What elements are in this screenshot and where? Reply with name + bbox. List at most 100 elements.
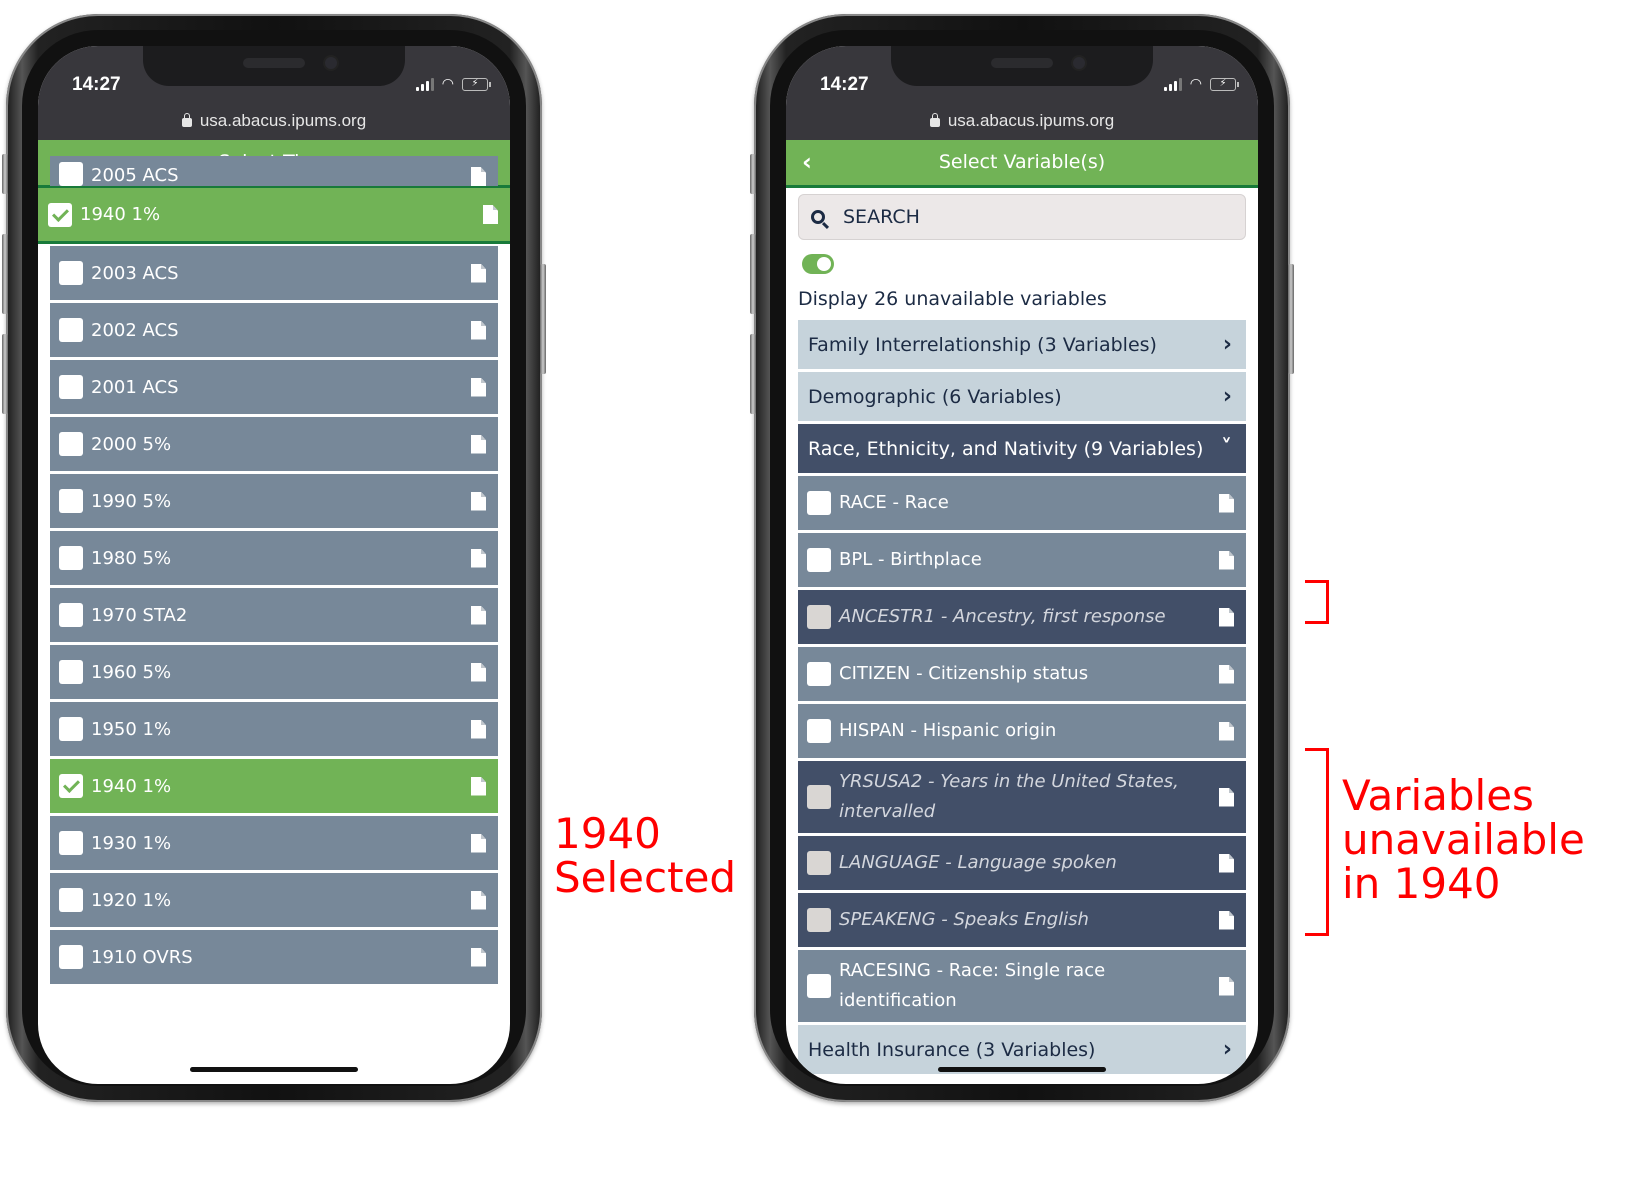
document-icon[interactable]	[1219, 721, 1234, 741]
sample-row[interactable]: 1950 1%	[50, 702, 498, 756]
sample-label: 1920 1%	[91, 889, 172, 911]
checkbox-checked-icon[interactable]	[59, 774, 83, 798]
document-icon[interactable]	[471, 605, 486, 625]
variable-row[interactable]: RACE - Race	[798, 476, 1246, 530]
document-icon[interactable]	[471, 434, 486, 454]
checkbox-icon[interactable]	[807, 662, 831, 686]
search-icon	[811, 210, 825, 224]
sample-row[interactable]: 1910 OVRS	[50, 930, 498, 984]
variable-label: ANCESTR1 - Ancestry, first response	[839, 606, 1166, 627]
document-icon[interactable]	[471, 890, 486, 910]
sample-label: 1970 STA2	[91, 604, 188, 626]
checkbox-icon[interactable]	[59, 603, 83, 627]
sample-list: 2005 ACS2004 ACS2003 ACS2002 ACS2001 ACS…	[50, 156, 498, 987]
address-bar[interactable]: usa.abacus.ipums.org	[786, 106, 1258, 140]
variable-list: Family Interrelationship (3 Variables) › D…	[798, 320, 1246, 1074]
document-icon[interactable]	[1219, 664, 1234, 684]
checkbox-icon[interactable]	[59, 432, 83, 456]
variable-row[interactable]: RACESING - Race: Single race identificat…	[798, 950, 1246, 1022]
document-icon[interactable]	[471, 719, 486, 739]
document-icon[interactable]	[1219, 910, 1234, 930]
checkbox-icon[interactable]	[59, 717, 83, 741]
screen-select-variables: 14:27 ◠ ⚡ usa.abacus.ipums.org ‹ Select …	[786, 46, 1258, 1084]
document-icon[interactable]	[1219, 853, 1234, 873]
status-bar: 14:27 ◠ ⚡	[786, 46, 1258, 106]
document-icon[interactable]	[471, 491, 486, 511]
document-icon[interactable]	[1219, 493, 1234, 513]
search-input[interactable]: SEARCH	[798, 194, 1246, 240]
checkbox-icon[interactable]	[807, 548, 831, 572]
volume-down-button	[750, 334, 756, 414]
sample-label: 2001 ACS	[91, 376, 179, 398]
checkbox-icon[interactable]	[59, 375, 83, 399]
checkbox-icon[interactable]	[59, 546, 83, 570]
variable-row[interactable]: BPL - Birthplace	[798, 533, 1246, 587]
document-icon[interactable]	[471, 320, 486, 340]
checkbox-icon[interactable]	[59, 489, 83, 513]
document-icon[interactable]	[471, 833, 486, 853]
sample-row[interactable]: 2001 ACS	[50, 360, 498, 414]
back-chevron-icon[interactable]: ‹	[802, 140, 812, 184]
checkbox-icon[interactable]	[807, 491, 831, 515]
category-label: Family Interrelationship (3 Variables)	[808, 333, 1157, 356]
category-row[interactable]: Race, Ethnicity, and Nativity (9 Variabl…	[798, 424, 1246, 473]
category-row[interactable]: Demographic (6 Variables) ›	[798, 372, 1246, 421]
checkbox-icon[interactable]	[59, 261, 83, 285]
battery-charging-icon: ⚡	[1210, 77, 1239, 91]
sample-row[interactable]: 1980 5%	[50, 531, 498, 585]
annotation-1940-selected: 1940 Selected	[554, 811, 736, 900]
variable-row[interactable]: HISPAN - Hispanic origin	[798, 704, 1246, 758]
checkbox-checked-icon[interactable]	[48, 202, 72, 227]
sample-row[interactable]: 2000 5%	[50, 417, 498, 471]
sample-row[interactable]: 2002 ACS	[50, 303, 498, 357]
address-bar[interactable]: usa.abacus.ipums.org	[38, 106, 510, 140]
sample-row[interactable]: 2005 ACS	[50, 156, 498, 186]
sample-row[interactable]: 1960 5%	[50, 645, 498, 699]
variable-row-unavailable[interactable]: ANCESTR1 - Ancestry, first response	[798, 590, 1246, 644]
document-icon[interactable]	[471, 776, 486, 796]
search-placeholder: SEARCH	[843, 206, 920, 228]
checkbox-icon[interactable]	[59, 660, 83, 684]
sample-label: 2005 ACS	[91, 165, 179, 186]
document-icon[interactable]	[1219, 607, 1234, 627]
sample-row[interactable]: 1990 5%	[50, 474, 498, 528]
document-icon[interactable]	[471, 947, 486, 967]
document-icon[interactable]	[471, 167, 486, 186]
category-row[interactable]: Family Interrelationship (3 Variables) ›	[798, 320, 1246, 369]
variable-label: SPEAKENG - Speaks English	[839, 909, 1089, 930]
sample-row[interactable]: 1970 STA2	[50, 588, 498, 642]
document-icon[interactable]	[471, 263, 486, 283]
document-icon[interactable]	[471, 377, 486, 397]
unavailable-variables-toggle[interactable]	[802, 254, 834, 274]
checkbox-icon[interactable]	[59, 162, 83, 186]
annotation-line: in 1940	[1342, 859, 1501, 909]
document-icon[interactable]	[483, 205, 498, 224]
document-icon[interactable]	[1219, 976, 1234, 996]
document-icon[interactable]	[471, 548, 486, 568]
variable-row[interactable]: CITIZEN - Citizenship status	[798, 647, 1246, 701]
variable-label: RACE - Race	[839, 492, 949, 513]
checkbox-icon[interactable]	[59, 945, 83, 969]
checkbox-icon[interactable]	[59, 318, 83, 342]
variable-row-unavailable[interactable]: YRSUSA2 - Years in the United States, in…	[798, 761, 1246, 833]
home-indicator[interactable]	[190, 1067, 358, 1072]
checkbox-icon[interactable]	[59, 888, 83, 912]
sample-row[interactable]: 1920 1%	[50, 873, 498, 927]
checkbox-icon[interactable]	[59, 831, 83, 855]
document-icon[interactable]	[471, 662, 486, 682]
sample-label: 1960 5%	[91, 661, 172, 683]
document-icon[interactable]	[1219, 550, 1234, 570]
checkbox-icon[interactable]	[807, 974, 831, 998]
variable-row-unavailable[interactable]: SPEAKENG - Speaks English	[798, 893, 1246, 947]
category-label: Demographic (6 Variables)	[808, 385, 1062, 408]
sample-label: 1990 5%	[91, 490, 172, 512]
checkbox-icon[interactable]	[807, 719, 831, 743]
pinned-selected-sample[interactable]: 1940 1%	[38, 188, 510, 244]
sample-row[interactable]: 2003 ACS	[50, 246, 498, 300]
sample-row[interactable]: 1940 1%	[50, 759, 498, 813]
document-icon[interactable]	[1219, 787, 1234, 807]
variable-row-unavailable[interactable]: LANGUAGE - Language spoken	[798, 836, 1246, 890]
category-label: Race, Ethnicity, and Nativity (9 Variabl…	[808, 437, 1204, 460]
home-indicator[interactable]	[938, 1067, 1106, 1072]
sample-row[interactable]: 1930 1%	[50, 816, 498, 870]
